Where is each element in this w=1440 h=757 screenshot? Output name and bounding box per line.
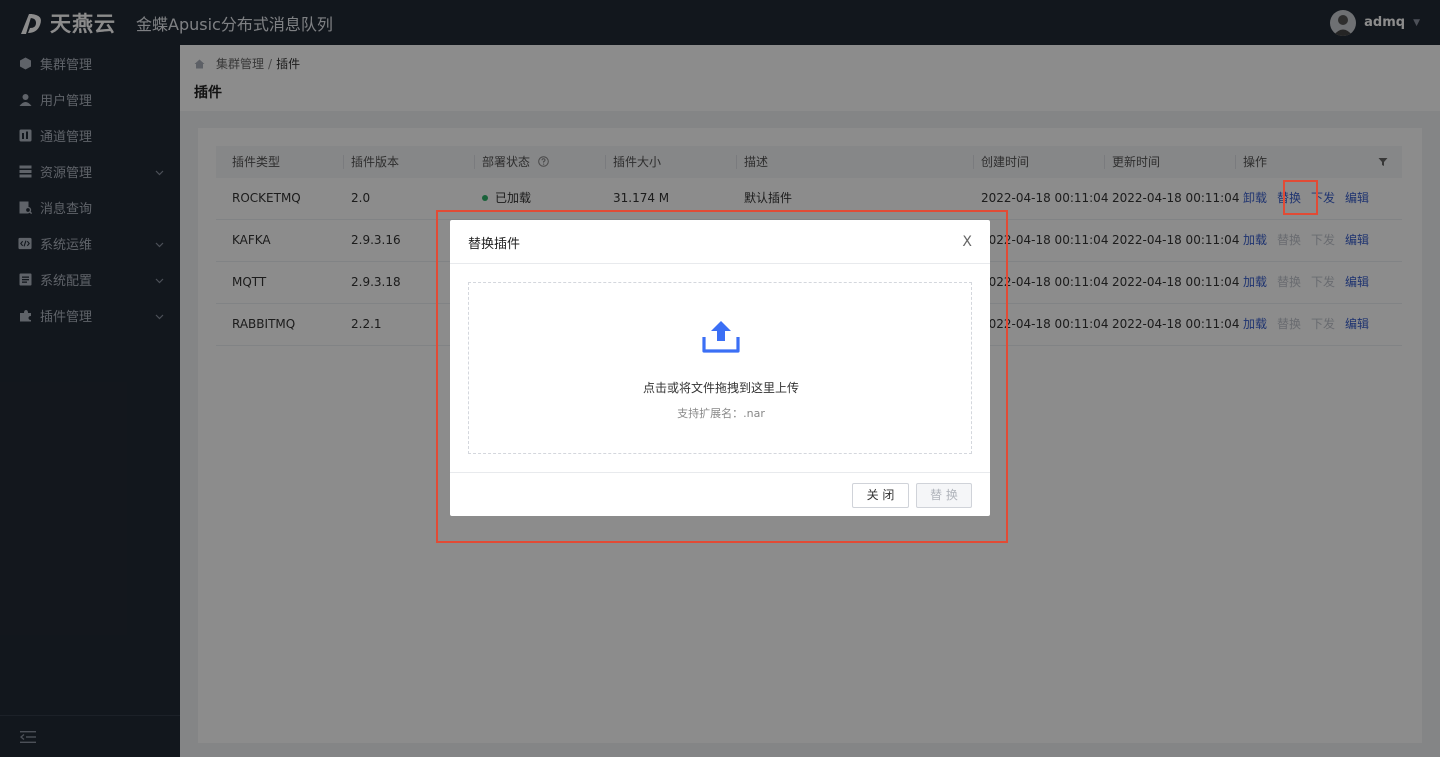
modal-title: 替换插件 bbox=[468, 237, 521, 252]
modal-footer: 关 闭 替 换 bbox=[450, 472, 990, 516]
upload-extension-hint: 支持扩展名：.nar bbox=[677, 407, 765, 420]
replace-button[interactable]: 替 换 bbox=[916, 483, 972, 508]
replace-plugin-modal: 替换插件 X 点击或将文件拖拽到这里上传 支持扩展名：.nar 关 闭 替 换 bbox=[450, 220, 990, 516]
highlight-replace-link bbox=[1283, 180, 1318, 215]
close-button[interactable]: 关 闭 bbox=[852, 483, 909, 508]
upload-hint: 点击或将文件拖拽到这里上传 bbox=[642, 381, 799, 395]
modal-header: 替换插件 X bbox=[450, 220, 990, 264]
upload-dropzone[interactable]: 点击或将文件拖拽到这里上传 支持扩展名：.nar bbox=[468, 282, 972, 454]
close-icon[interactable]: X bbox=[962, 234, 972, 250]
upload-icon bbox=[702, 321, 740, 353]
